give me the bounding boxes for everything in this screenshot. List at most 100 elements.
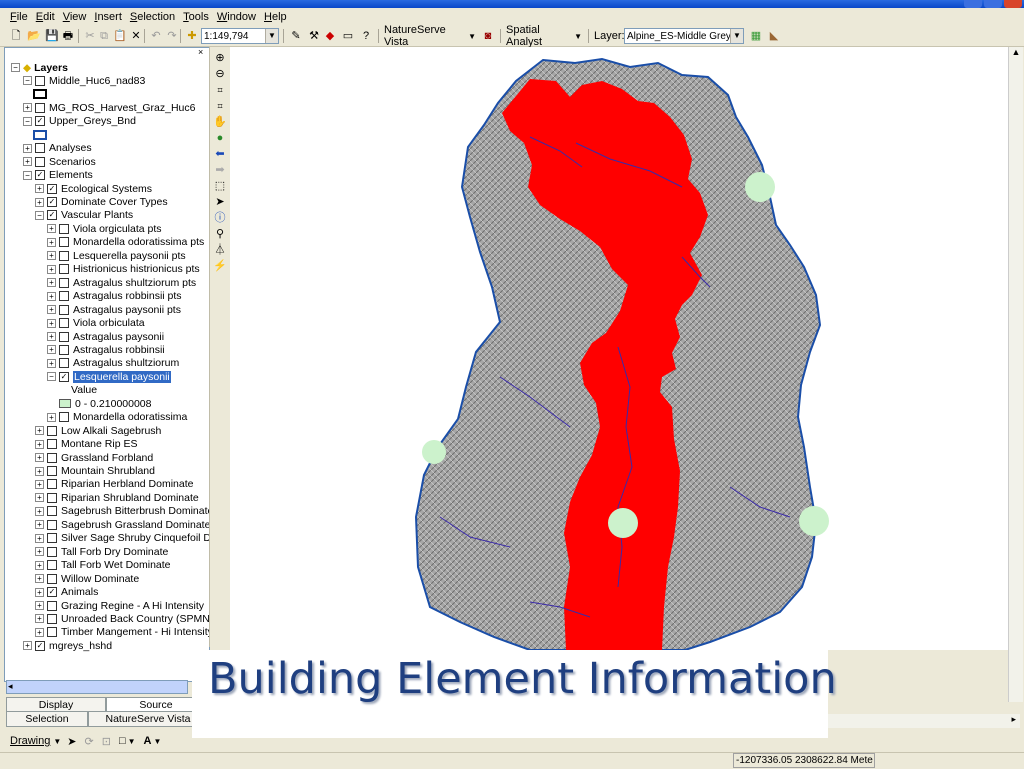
layer-visibility-checkbox[interactable]: [59, 304, 69, 315]
layer-visibility-checkbox[interactable]: [47, 560, 57, 571]
toc-layer-item[interactable]: + ✓ Ecological Systems: [35, 182, 152, 195]
toc-layer-item[interactable]: + Unroaded Back Country (SPMN): [35, 612, 209, 625]
layer-visibility-checkbox[interactable]: [47, 546, 57, 557]
select-elements-icon[interactable]: ➤: [212, 195, 228, 209]
vista-tool-icon[interactable]: ◙: [480, 28, 496, 44]
zoom-in-icon[interactable]: ⊕: [212, 51, 228, 65]
layer-visibility-checkbox[interactable]: [59, 277, 69, 288]
drawing-menu[interactable]: Drawing: [10, 735, 50, 747]
toc-scrollbar[interactable]: [6, 680, 188, 694]
fixed-zoom-out-icon[interactable]: ⌗: [212, 99, 228, 113]
collapse-icon[interactable]: −: [23, 76, 32, 86]
toc-layer-item[interactable]: + Grazing Regine - A Hi Intensity: [35, 599, 204, 612]
tab-naturserve-vista[interactable]: NatureServe Vista: [88, 711, 208, 727]
menu-view[interactable]: View: [59, 11, 91, 23]
toc-layer-item[interactable]: + Sagebrush Grassland Dominate: [35, 518, 209, 531]
toc-layer-item[interactable]: + Scenarios: [23, 155, 96, 168]
toc-layer-item[interactable]: + Histrionicus histrionicus pts: [47, 263, 200, 276]
toc-layer-item[interactable]: + Viola orgiculata pts: [47, 222, 162, 235]
toc-layer-item[interactable]: + Astragalus shultziorum: [47, 357, 179, 370]
toc-layer-item[interactable]: + Silver Sage Shruby Cinquefoil Dom: [35, 532, 209, 545]
layer-visibility-checkbox[interactable]: ✓: [47, 183, 57, 194]
layer-visibility-checkbox[interactable]: ✓: [35, 640, 45, 651]
collapse-icon[interactable]: −: [35, 210, 44, 220]
back-extent-icon[interactable]: ⬅: [212, 147, 228, 161]
menu-file[interactable]: File: [6, 11, 32, 23]
toc-layer-item[interactable]: + Astragalus paysonii: [47, 330, 164, 343]
toc-layer-item[interactable]: + MG_ROS_Harvest_Graz_Huc6: [23, 101, 195, 114]
toc-layer-item[interactable]: − ✓ Vascular Plants: [35, 209, 133, 222]
layer-visibility-checkbox[interactable]: [47, 492, 57, 503]
layer-visibility-checkbox[interactable]: [47, 519, 57, 530]
expand-icon[interactable]: +: [35, 574, 44, 584]
toc-layer-item[interactable]: + Lesquerella paysonii pts: [47, 249, 186, 262]
expand-icon[interactable]: +: [47, 278, 56, 288]
scroll-left-icon[interactable]: ◂: [8, 681, 13, 692]
pan-icon[interactable]: ✋: [212, 115, 228, 129]
zoom-whole-icon[interactable]: ⊡: [102, 735, 111, 748]
raster-calculator-icon[interactable]: ▦: [748, 28, 764, 44]
toc-layer-item[interactable]: + Monardella odoratissima: [47, 411, 187, 424]
toc-layer-item[interactable]: + Viola orbiculata: [47, 317, 145, 330]
toc-root[interactable]: − ◆ Layers: [11, 61, 68, 74]
layer-visibility-checkbox[interactable]: [35, 156, 45, 167]
expand-icon[interactable]: +: [23, 143, 32, 153]
new-document-icon[interactable]: 🗋: [8, 28, 24, 44]
layer-visibility-checkbox[interactable]: [59, 250, 69, 261]
toc-layer-item[interactable]: + Timber Mangement - Hi Intensity: [35, 626, 209, 639]
expand-icon[interactable]: +: [35, 479, 44, 489]
collapse-icon[interactable]: −: [23, 116, 32, 126]
expand-icon[interactable]: +: [47, 305, 56, 315]
minimize-button[interactable]: [964, 0, 982, 8]
layer-visibility-checkbox[interactable]: [47, 506, 57, 517]
map-view[interactable]: [230, 47, 1008, 650]
expand-icon[interactable]: +: [47, 318, 56, 328]
expand-icon[interactable]: +: [23, 103, 32, 113]
toc-layer-item[interactable]: + Mountain Shrubland: [35, 465, 155, 478]
map-horizontal-scrollbar[interactable]: ▸: [820, 714, 1020, 728]
expand-icon[interactable]: +: [47, 358, 56, 368]
layer-visibility-checkbox[interactable]: ✓: [35, 170, 45, 181]
layer-visibility-checkbox[interactable]: [47, 439, 57, 450]
tab-selection[interactable]: Selection: [6, 711, 88, 727]
layer-visibility-checkbox[interactable]: [59, 344, 69, 355]
expand-icon[interactable]: +: [47, 224, 56, 234]
toc-layer-item[interactable]: + Riparian Shrubland Dominate: [35, 491, 199, 504]
layer-visibility-checkbox[interactable]: [59, 264, 69, 275]
toc-layer-item[interactable]: + Sagebrush Bitterbrush Dominate: [35, 505, 209, 518]
menu-insert[interactable]: Insert: [90, 11, 126, 23]
layer-visibility-checkbox[interactable]: [59, 358, 69, 369]
command-line-icon[interactable]: ▭: [340, 28, 356, 44]
toc-layer-item[interactable]: − ✓ Lesquerella paysonii: [47, 370, 171, 383]
full-extent-icon[interactable]: ●: [212, 131, 228, 145]
collapse-icon[interactable]: −: [23, 170, 32, 180]
open-folder-icon[interactable]: 📂: [26, 28, 42, 44]
expand-icon[interactable]: +: [47, 237, 56, 247]
select-features-icon[interactable]: ⬚: [212, 179, 228, 193]
expand-icon[interactable]: +: [35, 627, 44, 637]
expand-icon[interactable]: +: [47, 345, 56, 355]
expand-icon[interactable]: +: [35, 506, 44, 516]
toc-layer-item[interactable]: − Middle_Huc6_nad83: [23, 74, 145, 87]
expand-icon[interactable]: +: [35, 426, 44, 436]
toc-layer-item[interactable]: + Willow Dominate: [35, 572, 139, 585]
menu-help[interactable]: Help: [260, 11, 291, 23]
toc-layer-item[interactable]: + ✓ mgreys_hshd: [23, 639, 112, 652]
toc-layer-item[interactable]: + Astragalus robbinsii pts: [47, 290, 182, 303]
toc-layer-item[interactable]: + Astragalus robbinsii: [47, 343, 165, 356]
layer-combo[interactable]: Alpine_ES-Middle Greys I ▼: [624, 28, 744, 44]
new-text-icon[interactable]: A: [144, 735, 152, 747]
layer-visibility-checkbox[interactable]: [35, 75, 45, 86]
expand-icon[interactable]: +: [35, 453, 44, 463]
expand-icon[interactable]: +: [35, 439, 44, 449]
layer-visibility-checkbox[interactable]: ✓: [47, 587, 57, 598]
layer-visibility-checkbox[interactable]: [47, 479, 57, 490]
layer-visibility-checkbox[interactable]: [35, 143, 45, 154]
expand-icon[interactable]: +: [35, 493, 44, 503]
toc-layer-item[interactable]: + ✓ Animals: [35, 586, 98, 599]
layer-visibility-checkbox[interactable]: ✓: [59, 371, 69, 382]
identify-icon[interactable]: ⓘ: [212, 211, 228, 225]
expand-icon[interactable]: +: [47, 264, 56, 274]
layer-visibility-checkbox[interactable]: [59, 223, 69, 234]
toc-layer-item[interactable]: + Tall Forb Wet Dominate: [35, 559, 171, 572]
